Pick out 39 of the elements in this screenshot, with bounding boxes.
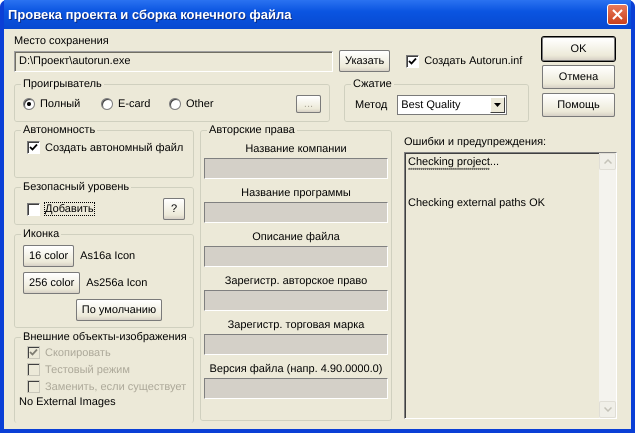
browse-button[interactable]: Указать bbox=[339, 50, 390, 72]
safety-checkbox[interactable]: Добавить bbox=[27, 202, 94, 216]
log-line: Checking external paths OK bbox=[408, 197, 546, 209]
icon-name: As16a Icon bbox=[80, 250, 136, 262]
color-button[interactable]: 16 color bbox=[23, 245, 74, 267]
group-title: Проигрыватель bbox=[21, 77, 104, 91]
path-field[interactable]: D:\Проект\autorun.exe bbox=[14, 50, 333, 72]
radio-button[interactable]: Полный bbox=[23, 98, 101, 110]
dialog-button[interactable]: Отмена bbox=[542, 65, 615, 89]
group-title: Авторские права bbox=[207, 123, 297, 137]
field-label: Зарегистр. торговая марка bbox=[228, 319, 364, 331]
autorun-checkbox[interactable]: Создать Autorun.inf bbox=[406, 54, 522, 68]
dialog-button[interactable]: OK bbox=[542, 37, 615, 61]
field-label: Метод bbox=[355, 99, 388, 111]
default-button[interactable]: По умолчанию bbox=[76, 299, 162, 321]
check-icon bbox=[408, 56, 418, 66]
group-title: Внешние объекты-изображения bbox=[21, 330, 189, 344]
log-line: Checking project... bbox=[408, 156, 500, 168]
radio-button[interactable]: Other bbox=[169, 98, 237, 110]
standalone-checkbox[interactable]: Создать автономный файл bbox=[23, 141, 185, 154]
close-icon[interactable] bbox=[607, 4, 628, 25]
status-text: No External Images bbox=[19, 396, 116, 408]
log-label: Ошибки и предупреждения: bbox=[404, 136, 548, 148]
radio-button[interactable]: E-card bbox=[101, 98, 169, 110]
field-label: Версия файла (напр. 4.90.0000.0) bbox=[210, 363, 382, 375]
dialog-button[interactable]: Помощь bbox=[542, 93, 615, 117]
field-label: Название компании bbox=[245, 143, 347, 155]
check-icon bbox=[29, 143, 38, 152]
field-label: Место сохранения bbox=[14, 35, 110, 47]
field-label: Название программы bbox=[241, 187, 351, 199]
field-label: Описание файла bbox=[252, 231, 340, 243]
field-label: Зарегистр. авторское право bbox=[224, 275, 368, 287]
check-icon bbox=[29, 348, 38, 357]
group-title: Безопасный уровень bbox=[21, 180, 132, 194]
help-button[interactable]: ? bbox=[163, 198, 185, 220]
icon-name: As256a Icon bbox=[86, 277, 148, 289]
color-button[interactable]: 256 color bbox=[23, 272, 80, 294]
method-dropdown[interactable]: Best Quality bbox=[397, 95, 508, 115]
window-title: Провека проекта и сборка конечного файла bbox=[8, 7, 292, 22]
